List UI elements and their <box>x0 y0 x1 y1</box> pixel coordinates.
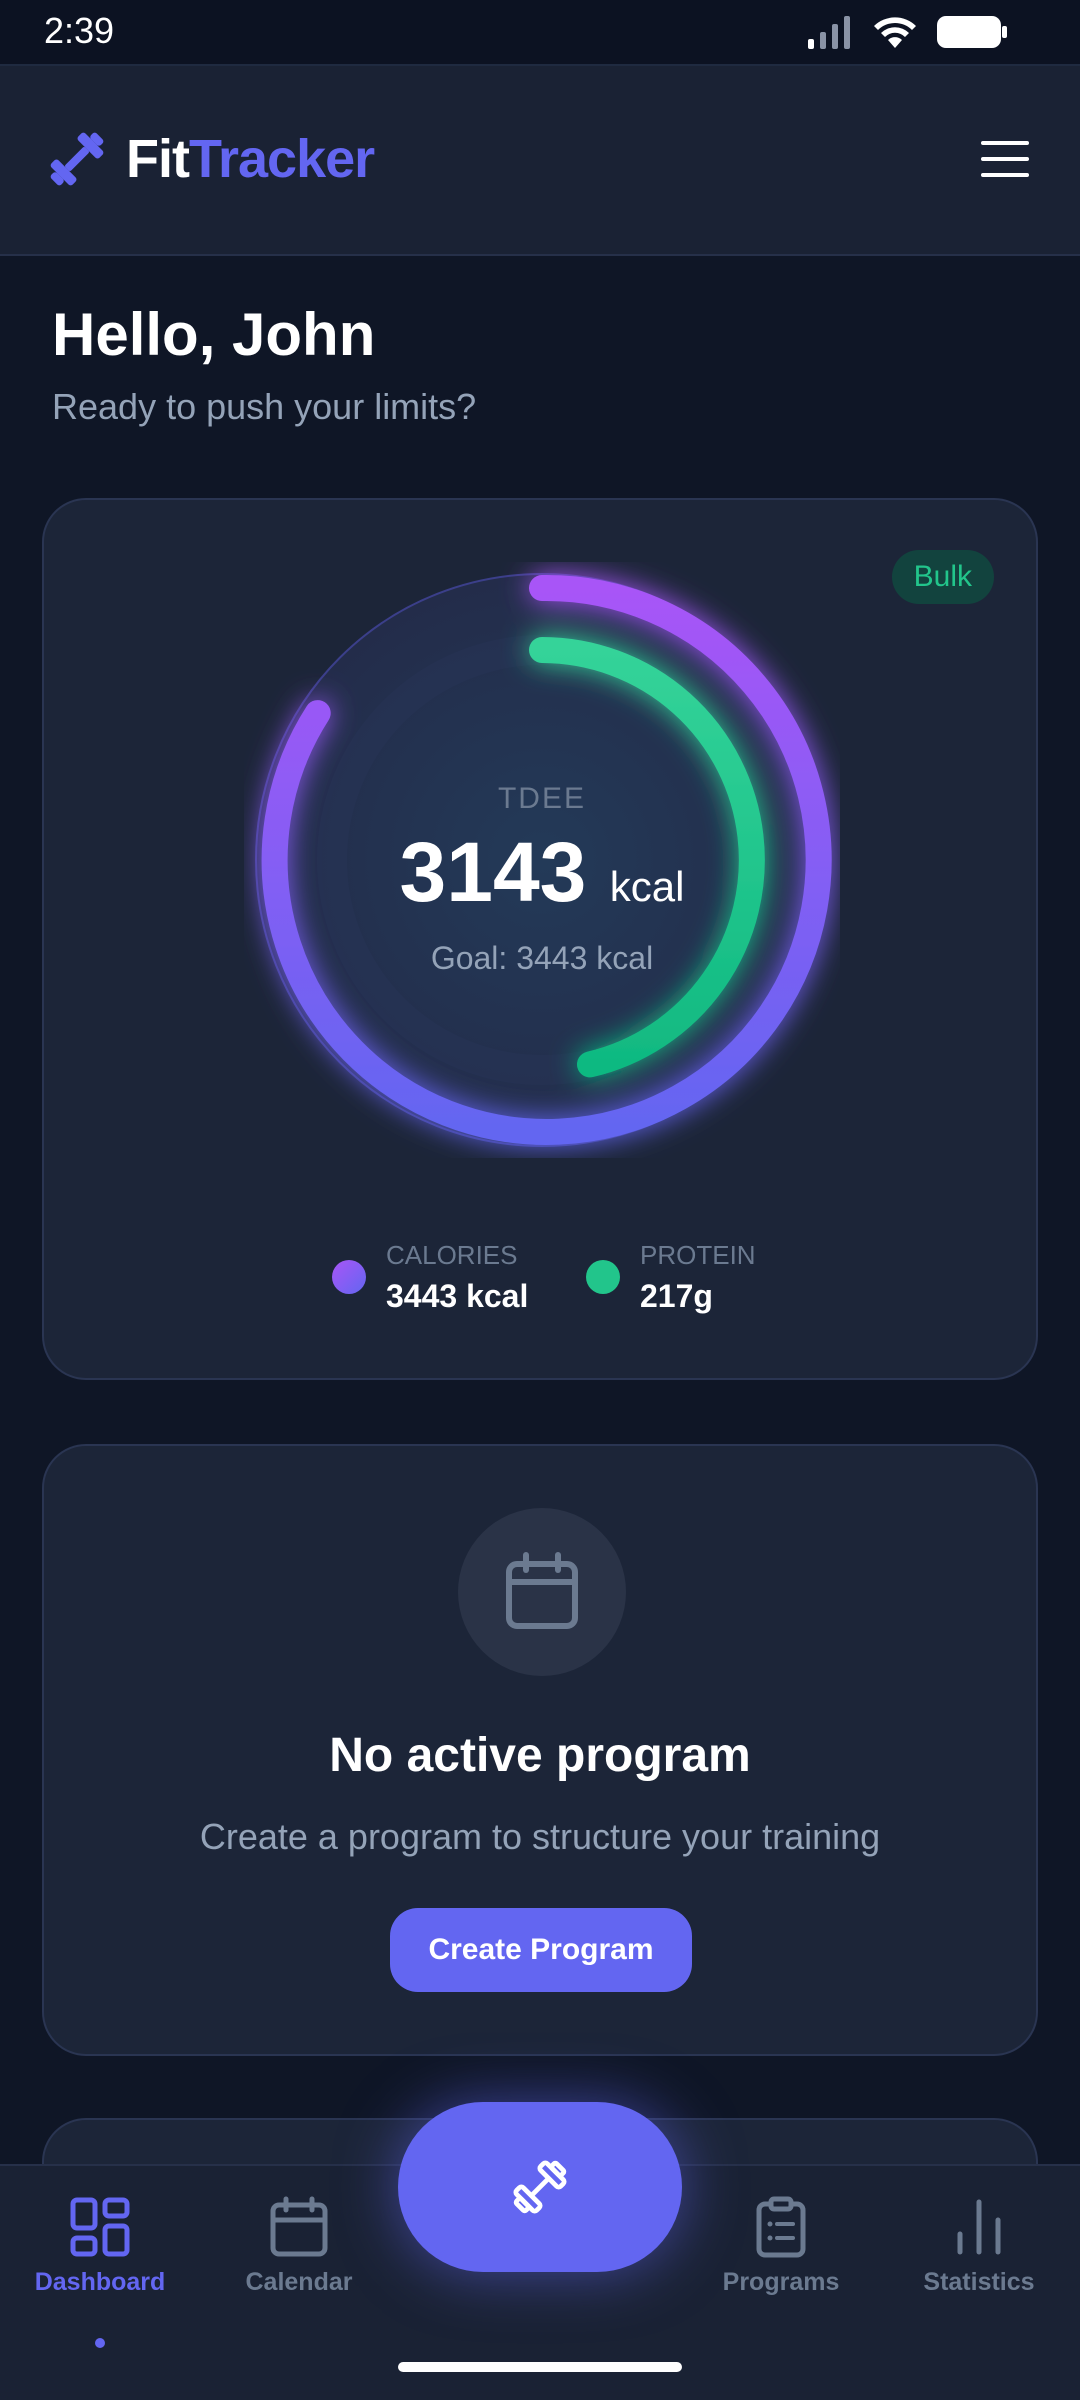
legend-value: 217g <box>640 1278 713 1314</box>
screen: 2:39 FitTracker Hello, John Ready to pus… <box>0 0 1080 2400</box>
tdee-ring: TDEE 3143 kcal Goal: 3443 kcal <box>244 562 840 1158</box>
legend-label: PROTEIN <box>640 1240 756 1270</box>
app-header: FitTracker <box>0 64 1080 256</box>
tdee-value: 3143 kcal <box>244 824 840 921</box>
nav-label: Calendar <box>245 2268 353 2296</box>
active-indicator-dot <box>95 2338 105 2348</box>
app-brand: FitTracker <box>126 128 375 190</box>
legend-label: CALORIES <box>386 1240 518 1270</box>
brand-fit: Fit <box>126 129 190 189</box>
dumbbell-logo-icon <box>50 132 104 186</box>
dashboard-icon <box>70 2197 130 2257</box>
tdee-number: 3143 <box>399 825 587 919</box>
status-time: 2:39 <box>44 10 115 51</box>
menu-button[interactable] <box>970 124 1040 194</box>
program-empty-title: No active program <box>329 1729 751 1782</box>
tdee-goal: Goal: 3443 kcal <box>430 940 654 976</box>
macro-legend: CALORIES 3443 kcal PROTEIN 217g <box>332 1240 812 1320</box>
nav-programs[interactable]: Programs <box>691 2196 871 2297</box>
signal-icon <box>808 16 850 49</box>
bar-chart-icon <box>957 2199 1001 2255</box>
status-bar: 2:39 <box>0 0 1080 64</box>
create-program-button[interactable]: Create Program <box>390 1908 692 1992</box>
hamburger-line <box>981 141 1029 145</box>
calendar-icon <box>270 2196 328 2257</box>
program-empty-subtitle: Create a program to structure your train… <box>199 1816 881 1857</box>
calendar-badge <box>458 1508 626 1676</box>
tdee-card: Bulk TDEE 3143 kcal Goal: 3443 kcal CALO… <box>42 498 1038 1380</box>
nav-label: Dashboard <box>34 2268 166 2296</box>
hamburger-line <box>981 173 1029 177</box>
program-card: No active program Create a program to st… <box>42 1444 1038 2056</box>
battery-icon <box>937 16 1007 48</box>
goal-mode-badge: Bulk <box>891 550 994 604</box>
tdee-unit: kcal <box>609 863 685 910</box>
nav-statistics[interactable]: Statistics <box>889 2196 1069 2297</box>
legend-value: 3443 kcal <box>386 1278 529 1314</box>
brand-tracker: Tracker <box>188 129 375 189</box>
nav-calendar[interactable]: Calendar <box>209 2196 389 2297</box>
greeting-title: Hello, John <box>52 301 376 368</box>
wifi-icon <box>874 17 916 48</box>
nav-dashboard[interactable]: Dashboard <box>10 2196 190 2297</box>
calendar-icon <box>506 1552 578 1629</box>
nav-label: Programs <box>722 2268 840 2296</box>
calories-dot <box>332 1260 366 1294</box>
home-indicator[interactable] <box>398 2362 682 2372</box>
tdee-center: TDEE 3143 kcal Goal: 3443 kcal <box>244 562 840 1158</box>
start-workout-fab[interactable] <box>398 2102 682 2272</box>
dumbbell-icon <box>513 2160 567 2214</box>
protein-dot <box>586 1260 620 1294</box>
greeting-subtitle: Ready to push your limits? <box>52 386 477 427</box>
nav-label: Statistics <box>923 2268 1035 2296</box>
clipboard-icon <box>756 2196 806 2258</box>
hamburger-line <box>981 157 1029 161</box>
status-icons <box>806 12 1008 52</box>
tdee-label: TDEE <box>497 782 586 815</box>
